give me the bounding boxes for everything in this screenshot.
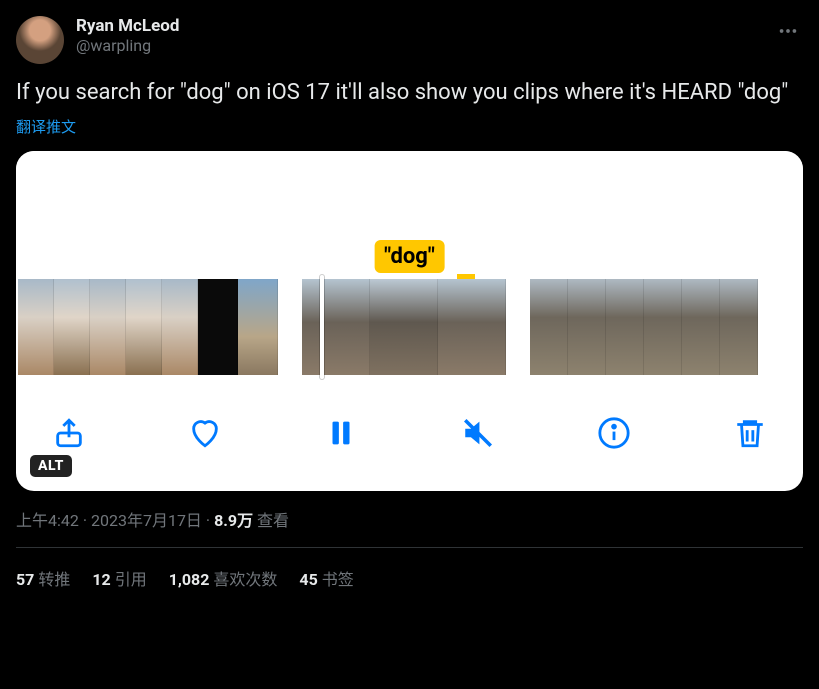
media-card[interactable]: "dog": [16, 151, 803, 491]
author-handle[interactable]: @warpling: [76, 36, 179, 55]
thumbnail: [162, 279, 198, 375]
thumbnail: [682, 279, 720, 375]
thumbnail: [302, 279, 370, 375]
post-time[interactable]: 上午4:42: [16, 511, 79, 530]
bookmarks-stat[interactable]: 45书签: [299, 566, 353, 590]
thumbnail: [90, 279, 126, 375]
thumbnail: [606, 279, 644, 375]
clip-group-1[interactable]: [18, 279, 278, 375]
media-preview: "dog": [16, 151, 803, 279]
thumbnail: [198, 279, 238, 375]
filmstrip[interactable]: [16, 279, 803, 375]
thumbnail: [238, 279, 278, 375]
tweet-text: If you search for "dog" on iOS 17 it'll …: [16, 78, 803, 108]
author-block: Ryan McLeod @warpling: [76, 16, 179, 55]
thumbnail: [530, 279, 568, 375]
playhead[interactable]: [320, 275, 324, 379]
stats-row: 57转推 12引用 1,082喜欢次数 45书签: [16, 548, 803, 590]
clip-group-2[interactable]: [302, 279, 506, 375]
clip-group-3[interactable]: [530, 279, 758, 375]
mute-icon[interactable]: [461, 416, 495, 450]
retweets-stat[interactable]: 57转推: [16, 566, 70, 590]
post-date[interactable]: 2023年7月17日: [91, 511, 202, 530]
tweet-container: Ryan McLeod @warpling If you search for …: [0, 0, 819, 606]
media-toolbar: [16, 375, 803, 491]
thumbnail: [54, 279, 90, 375]
tweet-header: Ryan McLeod @warpling: [16, 16, 803, 64]
thumbnail: [18, 279, 54, 375]
trash-icon[interactable]: [733, 416, 767, 450]
alt-badge[interactable]: ALT: [30, 455, 72, 477]
caption-bubble: "dog": [374, 240, 445, 273]
likes-stat[interactable]: 1,082喜欢次数: [169, 566, 278, 590]
avatar[interactable]: [16, 16, 64, 64]
meta-row: 上午4:42 · 2023年7月17日 · 8.9万 查看: [16, 507, 803, 531]
heart-icon[interactable]: [188, 416, 222, 450]
thumbnail: [568, 279, 606, 375]
views-label: 查看: [257, 511, 289, 530]
views-count: 8.9万: [214, 511, 253, 530]
thumbnail: [438, 279, 506, 375]
author-name[interactable]: Ryan McLeod: [76, 16, 179, 36]
more-icon[interactable]: [773, 16, 803, 50]
quotes-stat[interactable]: 12引用: [92, 566, 146, 590]
pause-icon[interactable]: [324, 416, 358, 450]
thumbnail: [126, 279, 162, 375]
thumbnail: [644, 279, 682, 375]
share-icon[interactable]: [52, 416, 86, 450]
thumbnail: [370, 279, 438, 375]
translate-link[interactable]: 翻译推文: [16, 116, 803, 137]
info-icon[interactable]: [597, 416, 631, 450]
thumbnail: [720, 279, 758, 375]
